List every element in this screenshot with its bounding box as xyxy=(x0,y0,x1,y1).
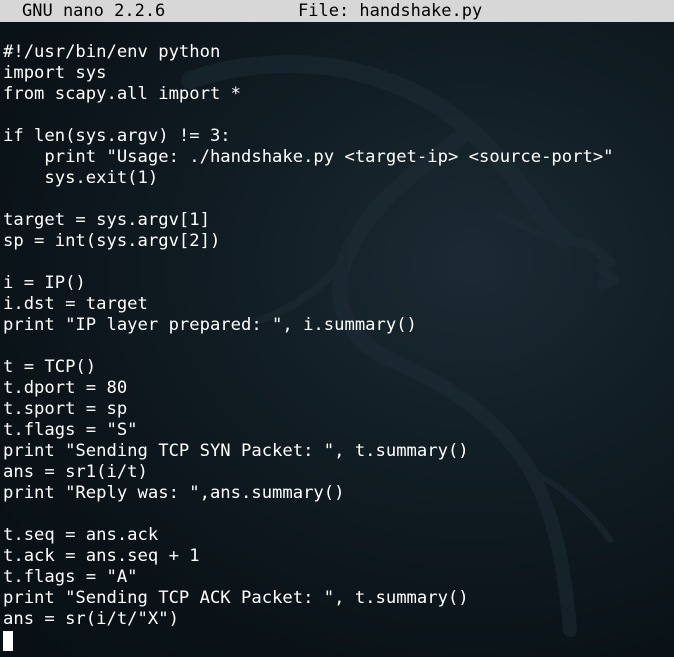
code-line[interactable]: ans = sr1(i/t) xyxy=(3,462,671,483)
code-line[interactable]: print "Reply was: ",ans.summary() xyxy=(3,483,671,504)
open-file-name: File: handshake.py xyxy=(298,1,483,21)
code-line[interactable]: t.flags = "A" xyxy=(3,567,671,588)
code-line[interactable]: ans = sr(i/t/"X") xyxy=(3,609,671,630)
code-line[interactable] xyxy=(3,105,671,126)
code-line[interactable]: t.dport = 80 xyxy=(3,378,671,399)
code-line[interactable]: import sys xyxy=(3,63,671,84)
code-line[interactable]: t.sport = sp xyxy=(3,399,671,420)
editor-name-version: GNU nano 2.2.6 xyxy=(22,1,166,21)
code-line[interactable]: target = sys.argv[1] xyxy=(3,210,671,231)
code-line[interactable]: print "Sending TCP ACK Packet: ", t.summ… xyxy=(3,588,671,609)
text-cursor xyxy=(3,631,13,651)
code-line[interactable]: #!/usr/bin/env python xyxy=(3,42,671,63)
nano-title-bar: GNU nano 2.2.6 File: handshake.py xyxy=(0,0,674,22)
code-line[interactable] xyxy=(3,252,671,273)
code-line[interactable]: i = IP() xyxy=(3,273,671,294)
code-line[interactable]: print "Sending TCP SYN Packet: ", t.summ… xyxy=(3,441,671,462)
code-line[interactable] xyxy=(3,504,671,525)
code-line[interactable] xyxy=(3,336,671,357)
code-line[interactable]: sys.exit(1) xyxy=(3,168,671,189)
code-line[interactable]: t = TCP() xyxy=(3,357,671,378)
code-line[interactable]: if len(sys.argv) != 3: xyxy=(3,126,671,147)
code-line[interactable]: sp = int(sys.argv[2]) xyxy=(3,231,671,252)
code-line[interactable] xyxy=(3,189,671,210)
code-line[interactable]: t.ack = ans.seq + 1 xyxy=(3,546,671,567)
code-line[interactable]: print "IP layer prepared: ", i.summary() xyxy=(3,315,671,336)
editor-text-area[interactable]: #!/usr/bin/env python import sys from scap… xyxy=(3,42,671,630)
code-line[interactable]: i.dst = target xyxy=(3,294,671,315)
code-line[interactable]: t.flags = "S" xyxy=(3,420,671,441)
code-line[interactable]: t.seq = ans.ack xyxy=(3,525,671,546)
code-line[interactable]: from scapy.all import * xyxy=(3,84,671,105)
terminal-window: GNU nano 2.2.6 File: handshake.py #!/usr… xyxy=(0,0,674,657)
code-line[interactable]: print "Usage: ./handshake.py <target-ip>… xyxy=(3,147,671,168)
